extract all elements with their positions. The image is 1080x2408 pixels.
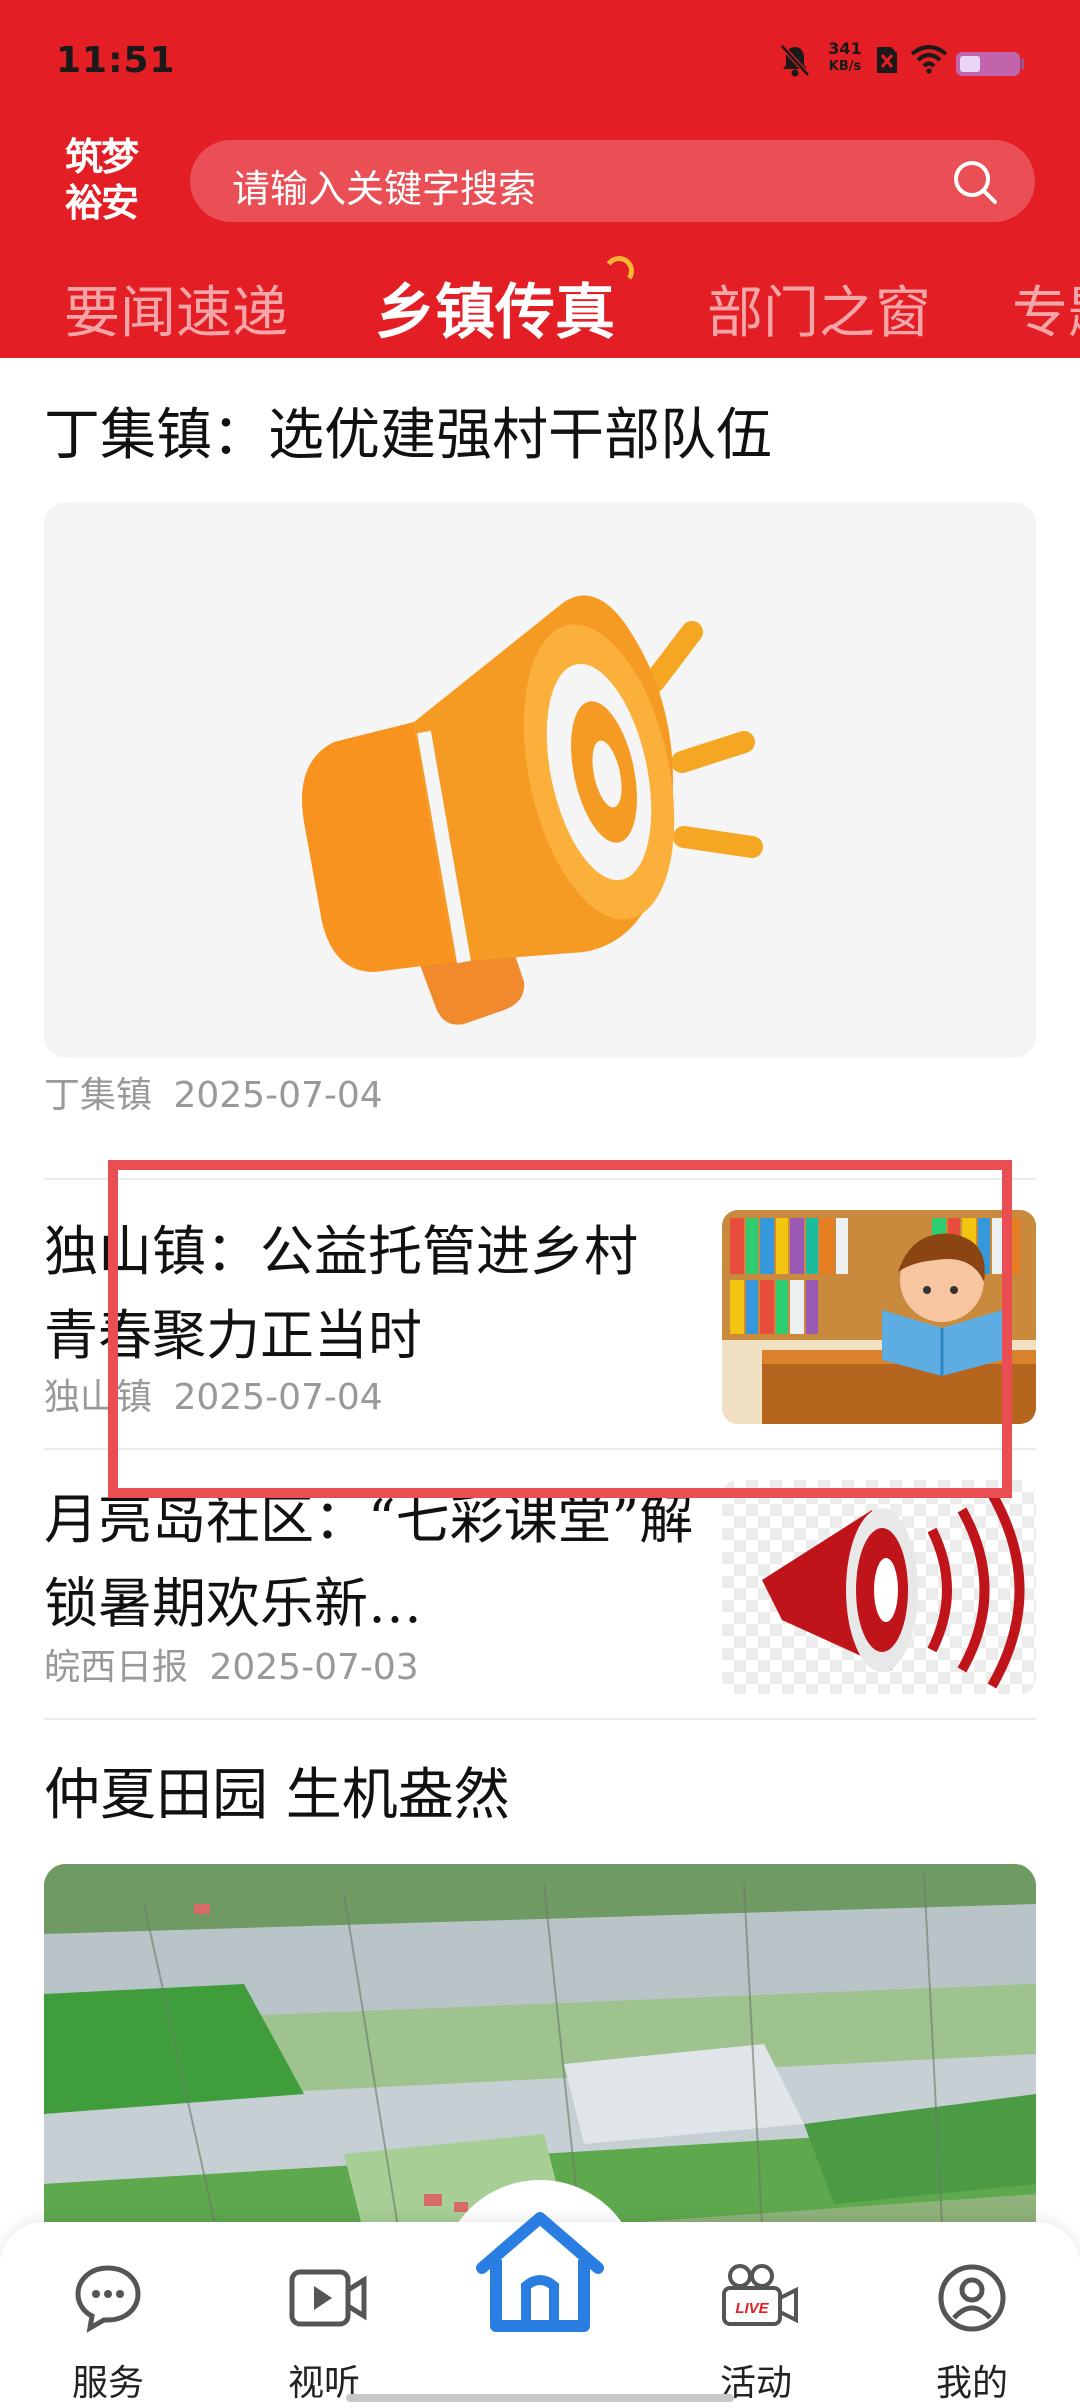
news-meta: 皖西日报 2025-07-03 xyxy=(44,1638,419,1690)
news-title: 丁集镇：选优建强村干部队伍 xyxy=(44,403,772,468)
news-source: 皖西日报 xyxy=(44,1647,189,1688)
network-speed-unit: KB/s xyxy=(828,59,862,74)
user-icon xyxy=(938,2264,1006,2332)
red-megaphone-illustration xyxy=(722,1480,1036,1694)
news-date: 2025-07-04 xyxy=(173,1075,383,1116)
nav-item-mine[interactable]: 我的 xyxy=(892,2222,1052,2408)
tab-township-fax[interactable]: 乡镇传真 xyxy=(375,264,615,350)
news-source: 丁集镇 xyxy=(44,1075,153,1116)
bell-off-icon xyxy=(780,44,810,77)
nav-label: 我的 xyxy=(935,2363,1008,2404)
tab-department-window[interactable]: 部门之窗 xyxy=(707,268,931,349)
home-icon xyxy=(476,2212,604,2332)
app-logo: 筑梦 裕安 xyxy=(56,134,146,230)
nav-item-activity[interactable]: LIVE 活动 xyxy=(676,2222,836,2408)
tab-special-topics[interactable]: 专题 xyxy=(1012,268,1080,349)
search-placeholder: 请输入关键字搜索 xyxy=(232,167,537,211)
search-input[interactable]: 请输入关键字搜索 xyxy=(190,140,1035,222)
app-header: 11:51 341 KB/s 筑梦 裕安 请输入关键字搜索 要闻速递 乡镇传真 … xyxy=(0,0,1080,358)
video-play-icon xyxy=(289,2269,367,2327)
news-title: 仲夏田园 生机盎然 xyxy=(44,1763,510,1828)
nav-label: 服务 xyxy=(71,2363,144,2404)
search-icon[interactable] xyxy=(951,158,999,206)
svg-text:LIVE: LIVE xyxy=(735,2300,769,2317)
nosim-icon xyxy=(877,47,897,73)
news-meta: 丁集镇 2025-07-04 xyxy=(44,1066,383,1118)
tab-news-express[interactable]: 要闻速递 xyxy=(64,268,288,349)
nav-item-home[interactable] xyxy=(470,2208,610,2338)
wifi-icon xyxy=(910,45,948,74)
highlight-box xyxy=(108,1160,1012,1498)
gesture-home-indicator[interactable] xyxy=(346,2394,734,2402)
megaphone-icon xyxy=(302,595,763,1025)
network-speed: 341 KB/s xyxy=(822,40,868,76)
logo-line-1: 筑梦 xyxy=(64,135,139,179)
network-speed-value: 341 xyxy=(828,39,862,58)
news-title: 月亮岛社区：“七彩课堂”解锁暑期欢乐新… xyxy=(44,1488,694,1635)
battery-icon xyxy=(956,52,1024,76)
divider xyxy=(44,1718,1036,1720)
status-bar: 11:51 341 KB/s xyxy=(0,0,1080,120)
news-thumbnail xyxy=(722,1480,1036,1694)
clock: 11:51 xyxy=(56,40,176,81)
logo-line-2: 裕安 xyxy=(64,181,139,225)
news-image xyxy=(44,502,1036,1058)
channel-tabs: 要闻速递 乡镇传真 部门之窗 专题 xyxy=(0,250,1080,350)
chat-bubble-icon xyxy=(75,2265,141,2333)
live-camera-icon: LIVE xyxy=(722,2264,798,2326)
news-date: 2025-07-03 xyxy=(209,1647,419,1688)
nav-item-video[interactable]: 视听 xyxy=(244,2222,404,2408)
nav-item-service[interactable]: 服务 xyxy=(28,2222,188,2408)
